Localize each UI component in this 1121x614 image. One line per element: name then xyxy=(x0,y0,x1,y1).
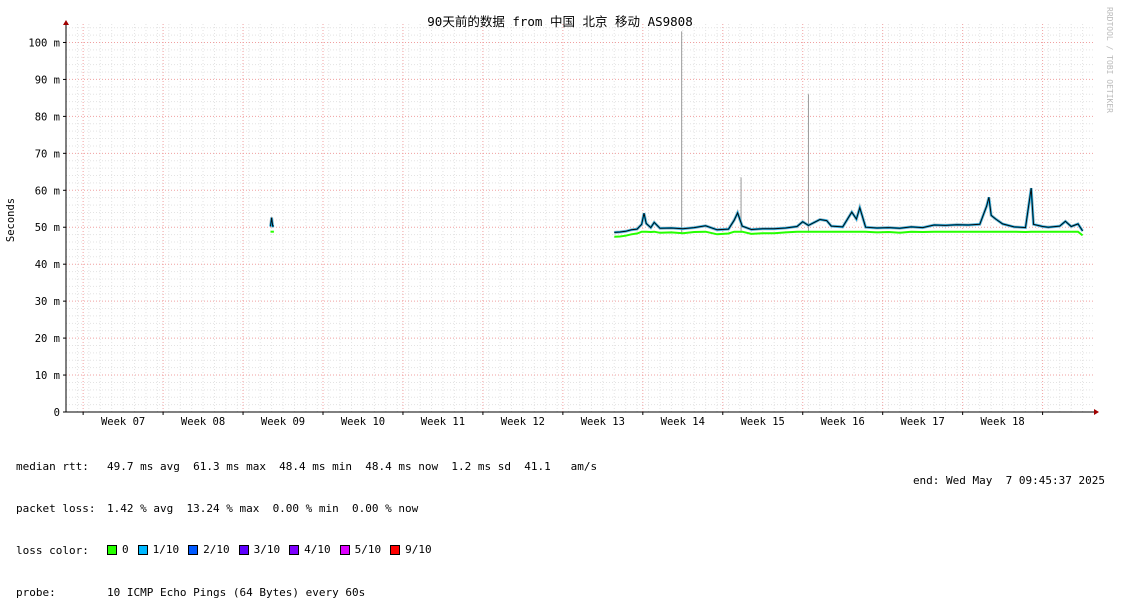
loss-color-legend: 0 1/10 2/10 3/10 4/10 5/10 9/10 xyxy=(107,543,441,559)
watermark: RRDTOOL / TOBI OETIKER xyxy=(1105,7,1114,113)
probe-label: probe: xyxy=(16,586,56,599)
x-axis-arrow xyxy=(1094,409,1099,415)
y-axis-label: Seconds xyxy=(5,198,17,242)
y-tick-label: 50 m xyxy=(35,222,60,234)
x-tick-label: Week 09 xyxy=(261,416,305,428)
x-tick-label: Week 11 xyxy=(421,416,465,428)
loss-color-swatch xyxy=(289,545,300,555)
x-tick-label: Week 14 xyxy=(661,416,705,428)
loss-color-swatch xyxy=(390,545,401,555)
loss-color-swatch xyxy=(339,545,350,555)
y-tick-label: 80 m xyxy=(35,111,60,123)
rtt-label: median rtt: xyxy=(16,460,89,473)
y-tick-label: 70 m xyxy=(35,148,60,160)
y-tick-label: 90 m xyxy=(35,74,60,86)
loss-color-label: loss color: xyxy=(16,544,89,557)
end-timestamp: end: Wed May 7 09:45:37 2025 xyxy=(912,474,1105,487)
y-tick-label: 100 m xyxy=(28,37,60,49)
latency-chart: 0 10 m 20 m 30 m 40 m 50 m 60 m 70 m 80 m 90 m 100… xyxy=(5,7,1114,428)
loss-color-item: 2/10 xyxy=(188,543,230,557)
rtt-row: median rtt: 49.7 ms avg 61.3 ms max 48.4 … xyxy=(16,460,597,474)
probe-row: probe: 10 ICMP Echo Pings (64 Bytes) ever… xyxy=(16,586,597,600)
axes xyxy=(63,20,1099,415)
loss-color-item: 4/10 xyxy=(289,543,331,557)
x-tick-label: Week 15 xyxy=(741,416,785,428)
y-tick-label: 10 m xyxy=(35,370,60,382)
y-axis-arrow xyxy=(63,20,69,25)
x-tick-label: Week 08 xyxy=(181,416,225,428)
loss-color-text: 1/10 xyxy=(152,543,180,556)
loss-color-text: 2/10 xyxy=(203,543,230,556)
spike-lines xyxy=(681,31,809,233)
loss-color-text: 4/10 xyxy=(304,543,331,556)
loss-color-text: 9/10 xyxy=(405,543,432,556)
loss-row: packet loss: 1.42 % avg 13.24 % max 0.00 … xyxy=(16,502,597,516)
x-tick-label: Week 17 xyxy=(901,416,945,428)
loss-color-item: 1/10 xyxy=(137,543,180,557)
loss-color-item: 5/10 xyxy=(339,543,382,557)
y-tick-label: 20 m xyxy=(35,333,60,345)
loss-color-swatch xyxy=(107,545,117,555)
y-tick-label: 30 m xyxy=(35,296,60,308)
probe-value: 10 ICMP Echo Pings (64 Bytes) every 60s xyxy=(107,586,366,599)
loss-label: packet loss: xyxy=(16,502,96,515)
loss-color-text: 0 xyxy=(122,543,129,556)
stats-panel: median rtt: 49.7 ms avg 61.3 ms max 48.4 … xyxy=(16,432,597,614)
loss-color-item: 3/10 xyxy=(238,543,281,557)
x-tick-label: Week 18 xyxy=(980,416,1024,428)
y-tick-label: 60 m xyxy=(35,185,60,197)
rtt-value: 49.7 ms avg 61.3 ms max 48.4 ms min 48.4… xyxy=(107,460,598,473)
x-tick-label: Week 10 xyxy=(341,416,385,428)
minor-grid xyxy=(66,24,1094,412)
loss-color-row: loss color: 0 1/10 2/10 3/10 4/10 5/10 9/10 xyxy=(16,543,597,559)
loss-color-item: 9/10 xyxy=(390,543,432,557)
loss-color-swatch xyxy=(188,545,199,555)
x-tick-label: Week 13 xyxy=(581,416,625,428)
y-tick-labels: 0 10 m 20 m 30 m 40 m 50 m 60 m 70 m 80 m 90 m 100… xyxy=(28,37,60,419)
x-tick-label: Week 16 xyxy=(821,416,865,428)
loss-color-text: 5/10 xyxy=(354,543,382,556)
loss-color-swatch xyxy=(238,545,249,555)
loss-1-line xyxy=(614,187,1084,234)
x-tick-labels: Week 07 Week 08 Week 09 Week 10 Week 11 Week … xyxy=(101,416,1025,428)
loss-color-swatch xyxy=(137,545,148,555)
loss-color-item: 0 xyxy=(107,543,129,557)
x-tick-label: Week 07 xyxy=(101,416,145,428)
loss-value: 1.42 % avg 13.24 % max 0.00 % min 0.00 %… xyxy=(107,502,419,515)
loss-color-text: 3/10 xyxy=(253,543,281,556)
y-tick-label: 0 xyxy=(54,407,60,419)
chart-title: 90天前的数据 from 中国 北京 移动 AS9808 xyxy=(427,14,692,29)
x-tick-label: Week 12 xyxy=(501,416,545,428)
y-tick-label: 40 m xyxy=(35,259,60,271)
